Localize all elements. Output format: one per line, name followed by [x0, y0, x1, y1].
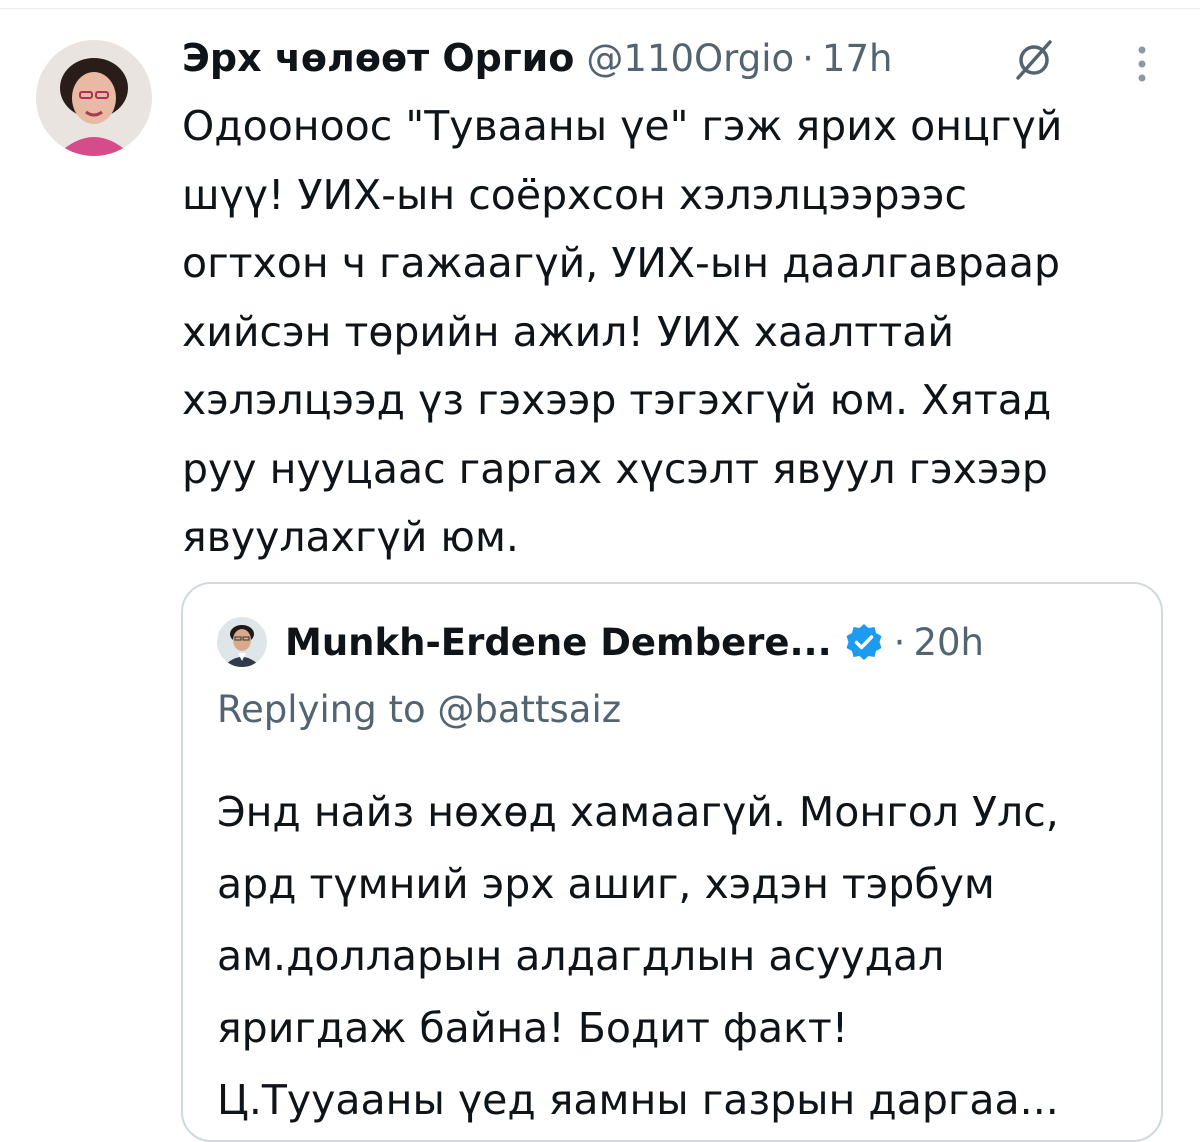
quoted-tweet-time[interactable]: 20h: [913, 621, 984, 664]
author-handle[interactable]: @110Orgio: [586, 37, 794, 80]
tweet-header: Эрх чөлөөт Оргио @110Orgio · 17h: [182, 28, 892, 88]
tweet-text-line: руу нууцаас гаргах хүсэлт явуул гэхээр: [182, 444, 1048, 493]
quoted-tweet-body: Энд найз нөхөд хамаагүй. Монгол Улс, ард…: [217, 776, 1147, 1136]
tweet-time[interactable]: 17h: [822, 37, 893, 80]
tweet-text-line: явуулахгүй юм.: [182, 513, 519, 561]
tweet-text-line: хийсэн төрийн ажил! УИХ хаалттай: [182, 307, 954, 356]
author-display-name[interactable]: Эрх чөлөөт Оргио: [182, 36, 574, 80]
quoted-tweet-header: Munkh-Erdene Dembere... · 20h: [217, 614, 984, 670]
quoted-avatar-image: [217, 617, 267, 667]
top-divider: [0, 8, 1200, 9]
author-avatar[interactable]: [36, 40, 152, 156]
quoted-text-line: Ц.Тууааны үед яамны газрын даргаа...: [217, 1076, 1059, 1124]
avatar-image: [36, 40, 152, 156]
tweet-body: Одооноос "Тувааны үе" гэж ярих онцгүй шү…: [182, 92, 1172, 572]
tweet-text-line: Одооноос "Тувааны үе" гэж ярих онцгүй: [182, 102, 1063, 150]
quoted-text-line: Энд найз нөхөд хамаагүй. Монгол Улс,: [217, 788, 1059, 836]
tweet-text-line: огтхон ч гажаагүй, УИХ-ын даалгавраар: [182, 239, 1060, 287]
replying-to-label[interactable]: Replying to @battsaiz: [217, 688, 621, 731]
quoted-author-display-name[interactable]: Munkh-Erdene Dembere...: [285, 621, 832, 664]
quoted-author-avatar[interactable]: [217, 617, 267, 667]
quoted-tweet-card[interactable]: Munkh-Erdene Dembere... · 20h Replying t…: [181, 582, 1163, 1142]
grok-icon[interactable]: [1012, 38, 1056, 82]
tweet-text-line: шүү! УИХ-ын соёрхсон хэлэлцээрээс: [182, 170, 968, 219]
tweet-text-line: хэлэлцээд үз гэхээр тэгэхгүй юм. Хятад: [182, 376, 1052, 424]
quoted-text-line: ам.долларын алдагдлын асуудал: [217, 932, 945, 980]
separator-dot: ·: [802, 36, 814, 80]
verified-badge-icon: [846, 624, 882, 660]
quoted-separator-dot: ·: [893, 620, 906, 664]
more-icon[interactable]: [1132, 44, 1152, 84]
quoted-text-line: яригдаж байна! Бодит факт!: [217, 1004, 849, 1052]
quoted-text-line: ард түмний эрх ашиг, хэдэн тэрбум: [217, 860, 995, 908]
